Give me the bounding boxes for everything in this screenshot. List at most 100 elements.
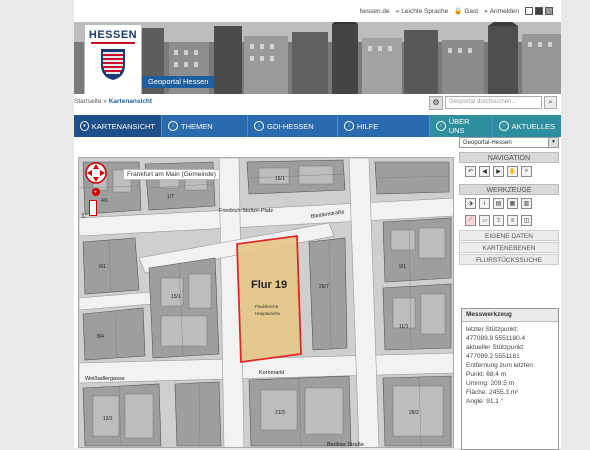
svg-text:12/1: 12/1 (103, 416, 113, 422)
easy-language-label: Leichte Sprache (401, 7, 449, 15)
flur-parcel (236, 234, 302, 364)
table-icon[interactable]: ▥ (521, 198, 532, 209)
tools-row-1: ⬗ i ▤ ▦ ▥ (459, 195, 559, 212)
svg-text:11/1: 11/1 (399, 324, 409, 330)
contrast-mid-button[interactable] (545, 7, 553, 15)
svg-text:9/1: 9/1 (399, 264, 406, 270)
easy-language-link[interactable]: » Leichte Sprache (396, 8, 449, 15)
tab-aktuelles[interactable]: › AKTUELLES (493, 115, 561, 137)
top-bar: hessen.de » Leichte Sprache 🔒 Gast » Anmeld… (74, 0, 561, 24)
tab-hilfe[interactable]: › HILFE (338, 115, 430, 137)
parcel-search-section[interactable]: FLURSTÜCKSSUCHE (459, 254, 559, 265)
municipality-label: Frankfurt am Main (Gemeinde) (123, 169, 220, 180)
undo-icon[interactable]: ↶ (465, 166, 476, 177)
breadcrumb-separator: » (103, 98, 107, 105)
street-label: Weißadlergasse (85, 376, 125, 382)
tag-icon[interactable]: ⬗ (465, 198, 476, 209)
measure-line: Angle: 91.1 ° (466, 398, 504, 405)
chevron-right-icon: › (254, 121, 264, 131)
street-label: Kornmarkt (259, 370, 285, 376)
contrast-switch (525, 7, 553, 15)
svg-text:6/1: 6/1 (99, 264, 106, 270)
map-layers-section[interactable]: KARTENEBENEN (459, 242, 559, 253)
svg-text:1/7: 1/7 (167, 194, 174, 200)
flur-sub1: Paulskirche (255, 304, 279, 309)
export-icon[interactable]: ⇪ (493, 215, 504, 226)
grid-icon[interactable]: ▦ (507, 198, 518, 209)
tools-header[interactable]: WERKZEUGE (459, 184, 559, 195)
pan-hand-icon[interactable]: ✋ (507, 166, 518, 177)
site-link-label: hessen.de (359, 7, 390, 15)
chevron-right-icon: › (436, 121, 446, 131)
street-label: Friedrich-Stoltze-Platz (219, 208, 273, 214)
zoom-icon[interactable]: ⌕ (521, 166, 532, 177)
chevron-down-icon: ▼ (548, 138, 558, 147)
chevron-right-icon: › (344, 121, 354, 131)
contrast-light-button[interactable] (525, 7, 533, 15)
measure-line: 477089.9 5551180.4 (466, 335, 526, 342)
cadastral-map[interactable]: 4/11/716/1 6/115/18/4 26/79/111/1 12/121… (79, 158, 454, 448)
lock-icon: 🔒 (454, 8, 463, 15)
measure-line: aktueller Stützpunkt: (466, 344, 525, 351)
portal-select[interactable]: Geoportal-Hessen ▼ (459, 137, 559, 148)
logo-underline (91, 42, 135, 44)
flur-sub2: Hauptwache (255, 311, 281, 316)
guest-link[interactable]: 🔒 Gast (454, 7, 479, 16)
tab-label: AKTUELLES (511, 121, 555, 131)
page: hessen.de » Leichte Sprache 🔒 Gast » Anmeld… (74, 0, 561, 450)
zoom-slider[interactable] (89, 200, 97, 216)
flur-label: Flur 19 (251, 279, 287, 291)
measure-results: letzter Stützpunkt: 477089.9 5551180.4 a… (462, 322, 558, 409)
measure-tool-panel: Messwerkzeug letzter Stützpunkt: 477089.… (461, 308, 559, 450)
tab-label: HILFE (357, 121, 379, 131)
navigation-tools: ↶ ◀ ▶ ✋ ⌕ (459, 163, 559, 180)
tab-themen[interactable]: › THEMEN (162, 115, 248, 137)
hessen-logo[interactable]: HESSEN (84, 24, 142, 94)
measure-line: Fläche: 2455.3 m² (466, 389, 519, 396)
layers-icon[interactable]: ≡ (507, 215, 518, 226)
tools-row-2: ⟋ ▱ ⇪ ≡ ◫ (459, 212, 559, 229)
navigation-header[interactable]: NAVIGATION (459, 152, 559, 163)
banner: HESSEN Geoportal Hessen (74, 22, 561, 94)
measure-area-icon[interactable]: ▱ (479, 215, 490, 226)
hessen-link[interactable]: hessen.de (360, 8, 390, 15)
scale-label: 1: (81, 213, 87, 220)
breadcrumb-current: Kartenansicht (108, 98, 153, 105)
print-icon[interactable]: ▤ (493, 198, 504, 209)
forward-icon[interactable]: ▶ (493, 166, 504, 177)
map-view[interactable]: 4/1 1/7 16/1 6/1 15/1 8/4 26/7 9/1 11/1 12/1 21… (78, 157, 454, 448)
main-nav: ▾ KARTENANSICHT › THEMEN › GDI-HESSEN › … (74, 115, 561, 137)
info-icon[interactable]: i (479, 198, 490, 209)
measure-line: Entfernung zum letzten (466, 362, 533, 369)
own-data-section[interactable]: EIGENE DATEN (459, 230, 559, 241)
logo-wordmark: HESSEN (88, 29, 138, 41)
guest-label: Gast (464, 7, 479, 15)
top-links: hessen.de » Leichte Sprache 🔒 Gast » Anmeld… (360, 7, 553, 15)
portal-select-value: Geoportal-Hessen (463, 140, 512, 146)
measure-line: letzter Stützpunkt: (466, 326, 519, 333)
tab-label: KARTENANSICHT (91, 121, 155, 131)
chevron-down-icon: ▾ (80, 121, 89, 131)
portal-title[interactable]: Geoportal Hessen (142, 76, 215, 88)
search-input[interactable]: Geoportal durchsuchen... (445, 96, 542, 109)
chevron-right-icon: › (168, 121, 178, 131)
svg-text:15/1: 15/1 (171, 294, 181, 300)
measure-line: Punkt: 68.4 m (466, 371, 507, 378)
search-bar: ⚙ Geoportal durchsuchen... ⌕ (429, 95, 557, 110)
back-icon[interactable]: ◀ (479, 166, 490, 177)
street-label: Berliner Straße (327, 442, 364, 448)
search-icon[interactable]: ⌕ (544, 96, 557, 109)
breadcrumb-home[interactable]: Startseite (74, 98, 101, 105)
pan-control-icon[interactable]: + (85, 162, 107, 202)
measure-line: 477089.2 5551181 (466, 353, 520, 360)
breadcrumb: Startseite » Kartenansicht (74, 98, 152, 105)
gear-icon[interactable]: ⚙ (429, 95, 443, 110)
tab-gdi-hessen[interactable]: › GDI-HESSEN (248, 115, 338, 137)
wms-icon[interactable]: ◫ (521, 215, 532, 226)
tab-ueber-uns[interactable]: › ÜBER UNS (430, 115, 493, 137)
login-link[interactable]: » Anmelden (484, 8, 519, 15)
contrast-dark-button[interactable] (535, 7, 543, 15)
tab-kartenansicht[interactable]: ▾ KARTENANSICHT (74, 115, 162, 137)
measure-line-icon[interactable]: ⟋ (465, 215, 476, 226)
chevron-right-icon: » (484, 7, 488, 15)
